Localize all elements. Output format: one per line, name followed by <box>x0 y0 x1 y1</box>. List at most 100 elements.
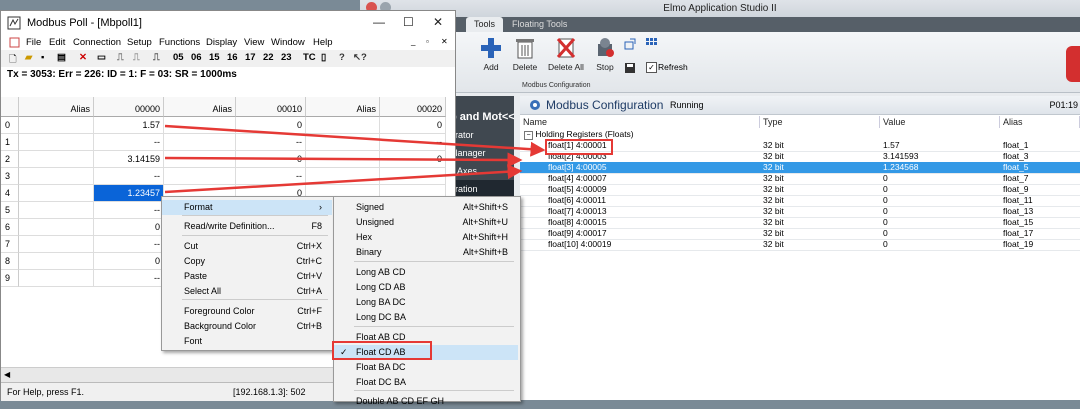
alias-cell[interactable] <box>306 168 380 185</box>
menu-setup[interactable]: Setup <box>127 37 152 48</box>
format-item-double-ab-cd-ef-gh[interactable]: Double AB CD EF GH <box>334 394 518 409</box>
format-item-float-dc-ba[interactable]: Float DC BA <box>334 375 518 390</box>
register-value-cell[interactable]: 0 <box>236 151 306 168</box>
context-item-format[interactable]: Format › <box>162 200 332 215</box>
alias-cell[interactable] <box>19 219 94 236</box>
register-value-cell[interactable]: -- <box>94 134 164 151</box>
menu-connection[interactable]: Connection <box>73 37 121 48</box>
nav-header[interactable]: p and Mot<< <box>450 108 514 126</box>
register-value-cell[interactable]: -- <box>380 168 446 185</box>
alias-cell[interactable] <box>164 134 236 151</box>
register-value-cell[interactable]: -- <box>94 270 164 287</box>
delete-icon[interactable]: ✕ <box>79 52 87 63</box>
fc-22-button[interactable]: 22 <box>263 52 274 63</box>
nav-item-configurator[interactable]: urator <box>450 126 514 144</box>
register-value-cell[interactable]: 1.57 <box>94 117 164 134</box>
tab-tools[interactable]: Tools <box>466 17 504 32</box>
format-item-long-dc-ba[interactable]: Long DC BA <box>334 310 518 325</box>
alias-cell[interactable] <box>19 270 94 287</box>
export-icon[interactable] <box>624 38 636 50</box>
menu-display[interactable]: Display <box>206 37 237 48</box>
context-item-cut[interactable]: Cut Ctrl+X <box>162 239 332 254</box>
column-header-value[interactable]: Value <box>880 116 1000 128</box>
format-item-binary[interactable]: Binary Alt+Shift+B <box>334 245 518 260</box>
mdi-minimize-icon[interactable]: _ <box>411 37 415 46</box>
connect-icon[interactable]: ⎍ <box>117 52 124 63</box>
column-header-alias[interactable]: Alias <box>1000 116 1080 128</box>
register-value-cell[interactable]: -- <box>94 202 164 219</box>
format-item-float-ba-dc[interactable]: Float BA DC <box>334 360 518 375</box>
menu-edit[interactable]: Edit <box>49 37 65 48</box>
register-value-cell[interactable]: -- <box>236 168 306 185</box>
alias-cell[interactable] <box>306 117 380 134</box>
format-item-long-cd-ab[interactable]: Long CD AB <box>334 280 518 295</box>
fc-16-button[interactable]: 16 <box>227 52 238 63</box>
pulse-icon[interactable]: ⎍ <box>153 52 160 63</box>
menu-file[interactable]: File <box>26 37 41 48</box>
alias-cell[interactable] <box>19 134 94 151</box>
fc-23-button[interactable]: 23 <box>281 52 292 63</box>
context-item-paste[interactable]: Paste Ctrl+V <box>162 269 332 284</box>
mdi-close-icon[interactable]: ✕ <box>441 37 448 46</box>
minimize-icon[interactable]: — <box>373 15 385 29</box>
context-help-icon[interactable]: ↖? <box>353 52 367 63</box>
collapse-icon[interactable]: − <box>524 131 533 140</box>
alias-cell[interactable] <box>19 253 94 270</box>
add-button[interactable]: Add <box>478 36 504 72</box>
refresh-checkbox[interactable]: ✓ <box>646 62 657 73</box>
stop-button[interactable]: Stop <box>592 36 618 72</box>
help-icon[interactable]: ? <box>339 52 345 63</box>
close-icon[interactable]: ✕ <box>433 15 443 29</box>
config-row[interactable]: float[10] 4:00019 32 bit 0 float_19 <box>520 239 1080 251</box>
alias-cell[interactable] <box>164 117 236 134</box>
context-item-foreground-color[interactable]: Foreground Color Ctrl+F <box>162 304 332 319</box>
grid-icon[interactable] <box>646 38 658 50</box>
format-item-long-ba-dc[interactable]: Long BA DC <box>334 295 518 310</box>
register-value-cell[interactable]: 0 <box>236 117 306 134</box>
fc-06-button[interactable]: 06 <box>191 52 202 63</box>
delete-button[interactable]: Delete <box>510 36 540 72</box>
print-icon[interactable]: ▤ <box>57 52 66 63</box>
register-value-cell[interactable]: 0 <box>94 253 164 270</box>
format-item-unsigned[interactable]: Unsigned Alt+Shift+U <box>334 215 518 230</box>
column-header-type[interactable]: Type <box>760 116 880 128</box>
context-item-font[interactable]: Font <box>162 334 332 349</box>
new-icon[interactable]: 🗋 <box>9 52 17 68</box>
alias-cell[interactable] <box>19 236 94 253</box>
fc-17-button[interactable]: 17 <box>245 52 256 63</box>
alias-cell[interactable] <box>19 202 94 219</box>
menu-window[interactable]: Window <box>271 37 305 48</box>
format-item-hex[interactable]: Hex Alt+Shift+H <box>334 230 518 245</box>
alias-cell[interactable] <box>19 168 94 185</box>
save-file-icon[interactable]: ▪ <box>41 52 44 63</box>
format-item-long-ab-cd[interactable]: Long AB CD <box>334 265 518 280</box>
disconnect-icon[interactable]: ⎍ <box>133 52 140 63</box>
register-value-cell[interactable]: 3.14159 <box>94 151 164 168</box>
alias-cell[interactable] <box>306 134 380 151</box>
menu-functions[interactable]: Functions <box>159 37 200 48</box>
context-item-copy[interactable]: Copy Ctrl+C <box>162 254 332 269</box>
tc-button[interactable]: TC <box>303 52 316 63</box>
fc-15-button[interactable]: 15 <box>209 52 220 63</box>
mdi-restore-icon[interactable]: ▫ <box>426 37 429 46</box>
menu-view[interactable]: View <box>244 37 264 48</box>
alias-cell[interactable] <box>19 185 94 202</box>
save-icon[interactable] <box>624 62 636 74</box>
doc-icon[interactable]: ▯ <box>321 52 326 63</box>
context-item-read-write-definition[interactable]: Read/write Definition... F8 <box>162 219 332 234</box>
alias-cell[interactable] <box>306 151 380 168</box>
menu-help[interactable]: Help <box>313 37 333 48</box>
maximize-icon[interactable]: ☐ <box>403 15 414 29</box>
open-icon[interactable]: ▰ <box>25 52 32 63</box>
register-value-cell[interactable]: 0 <box>94 219 164 236</box>
fc-05-button[interactable]: 05 <box>173 52 184 63</box>
register-value-cell[interactable]: 1.23457 <box>94 185 164 202</box>
column-header-name[interactable]: Name <box>520 116 760 128</box>
register-value-cell[interactable]: -- <box>94 236 164 253</box>
context-item-background-color[interactable]: Background Color Ctrl+B <box>162 319 332 334</box>
nav-item-manager[interactable]: Manager <box>450 144 514 162</box>
alias-cell[interactable] <box>19 117 94 134</box>
register-value-cell[interactable]: -- <box>380 134 446 151</box>
scroll-left-icon[interactable]: ◀ <box>4 370 10 379</box>
alias-cell[interactable] <box>19 151 94 168</box>
